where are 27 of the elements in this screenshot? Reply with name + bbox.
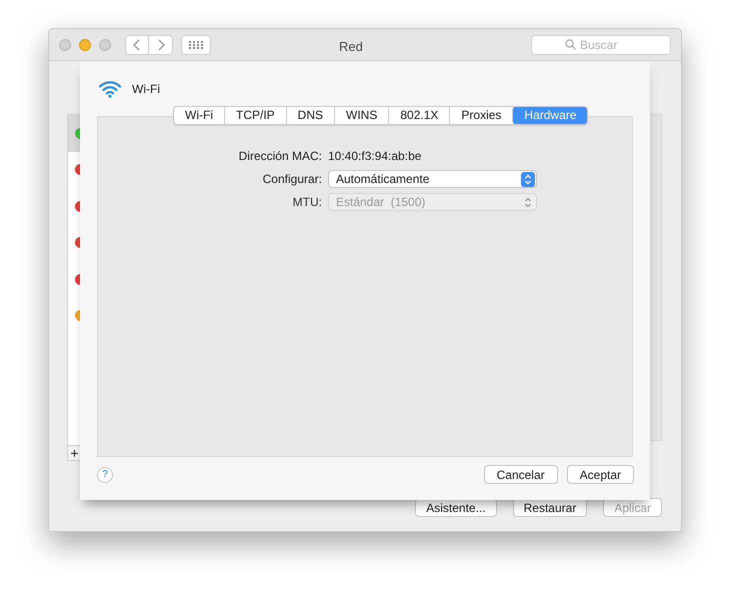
zoom-icon[interactable]: [99, 38, 111, 50]
forward-button[interactable]: [149, 34, 173, 54]
service-name: Wi-Fi: [132, 81, 160, 98]
field-label: Configurar:: [262, 171, 322, 188]
minimize-icon[interactable]: [79, 38, 91, 50]
close-icon[interactable]: [59, 38, 71, 50]
field-label: Dirección MAC:: [238, 148, 322, 165]
dialog-button[interactable]: Cancelar: [484, 465, 558, 484]
chevron-left-icon: [133, 38, 141, 50]
grid-button[interactable]: [181, 34, 211, 54]
search-icon: [565, 38, 576, 50]
back-button[interactable]: [125, 34, 149, 54]
grid-icon: [189, 40, 203, 48]
popup-menu[interactable]: Automáticamente: [328, 170, 537, 188]
wifi-icon: [98, 80, 122, 98]
chevron-right-icon: [156, 38, 164, 50]
field-label: MTU:: [292, 194, 322, 211]
search-field[interactable]: Buscar: [531, 34, 671, 54]
stepper-arrows-icon: [521, 172, 535, 186]
tab[interactable]: WINS: [334, 107, 388, 124]
mac-address: 10:40:f3:94:ab:be: [328, 148, 422, 165]
tab[interactable]: Wi-Fi: [174, 107, 224, 124]
tab[interactable]: DNS: [286, 107, 334, 124]
tab[interactable]: 802.1X: [388, 107, 450, 124]
window-title: Red: [339, 38, 363, 56]
dialog-button[interactable]: Aceptar: [566, 465, 634, 484]
tab[interactable]: TCP/IP: [224, 107, 286, 124]
